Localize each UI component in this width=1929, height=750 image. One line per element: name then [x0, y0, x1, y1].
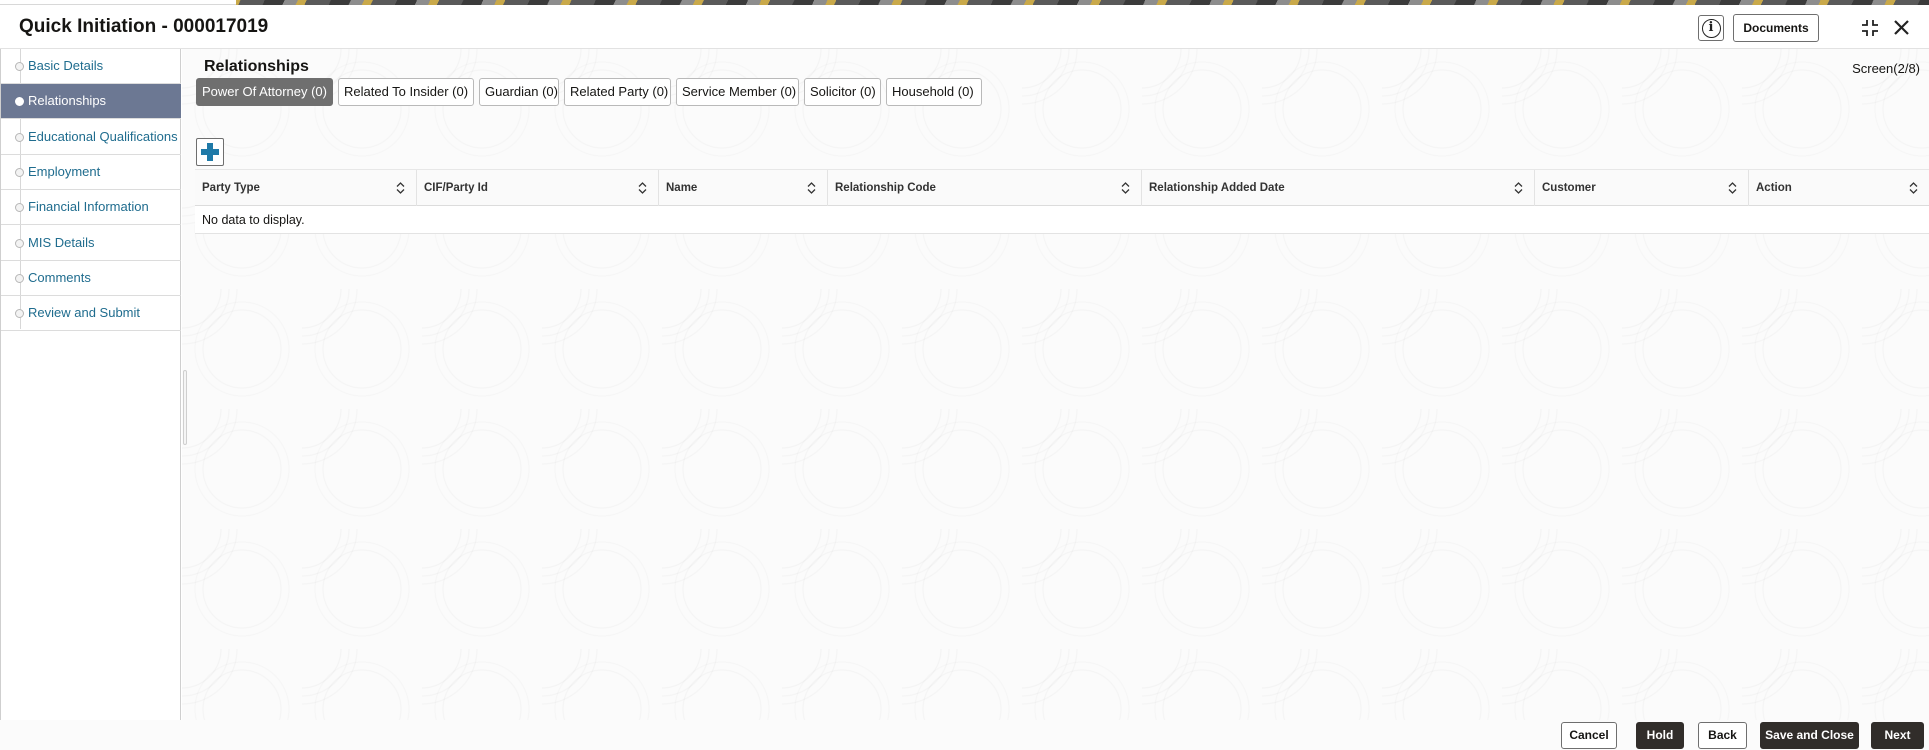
- sidebar-item-educational-qualifications[interactable]: Educational Qualifications: [1, 120, 181, 155]
- sidebar-item-label: Educational Qualifications: [28, 129, 178, 144]
- documents-button[interactable]: Documents: [1733, 14, 1819, 42]
- sort-icon: [807, 182, 816, 194]
- sidebar-item-employment[interactable]: Employment: [1, 155, 181, 190]
- sort-icon: [1121, 182, 1130, 194]
- info-button[interactable]: i: [1698, 15, 1724, 41]
- hold-button[interactable]: Hold: [1636, 722, 1684, 749]
- collapse-icon[interactable]: [1861, 19, 1879, 37]
- sidebar-item-mis-details[interactable]: MIS Details: [1, 226, 181, 261]
- page-title: Quick Initiation - 000017019: [19, 16, 269, 37]
- tab-related-party[interactable]: Related Party (0): [564, 78, 671, 106]
- sort-icon: [638, 182, 647, 194]
- sidebar-item-relationships[interactable]: Relationships: [1, 84, 181, 119]
- step-dot-icon: [15, 203, 24, 212]
- screen-indicator: Screen(2/8): [1852, 61, 1920, 76]
- sort-icon: [396, 182, 405, 194]
- sidebar-item-label: Basic Details: [28, 58, 104, 73]
- sidebar-item-financial-information[interactable]: Financial Information: [1, 190, 181, 225]
- section-heading: Relationships: [204, 58, 309, 75]
- column-header-relationship-added-date[interactable]: Relationship Added Date: [1142, 170, 1535, 206]
- cancel-button[interactable]: Cancel: [1561, 722, 1617, 749]
- table-empty-row: No data to display.: [195, 206, 1929, 234]
- sidebar-item-label: Review and Submit: [28, 305, 140, 320]
- column-header-customer[interactable]: Customer: [1535, 170, 1749, 206]
- relationships-table: Party Type CIF/Party Id Name Relationshi…: [195, 169, 1929, 234]
- save-and-close-button[interactable]: Save and Close: [1760, 722, 1859, 749]
- sidebar-item-label: Employment: [28, 164, 101, 179]
- sort-icon: [1909, 182, 1918, 194]
- sidebar-item-label: Financial Information: [28, 199, 149, 214]
- tab-service-member[interactable]: Service Member (0): [676, 78, 799, 106]
- next-button[interactable]: Next: [1871, 722, 1924, 749]
- sidebar-item-review-and-submit[interactable]: Review and Submit: [1, 296, 181, 331]
- step-dot-icon: [15, 309, 24, 318]
- sidebar-item-label: Relationships: [28, 93, 107, 108]
- step-dot-icon: [15, 97, 24, 106]
- tab-guardian[interactable]: Guardian (0): [479, 78, 559, 106]
- tab-solicitor[interactable]: Solicitor (0): [804, 78, 881, 106]
- column-header-relationship-code[interactable]: Relationship Code: [828, 170, 1142, 206]
- add-relationship-button[interactable]: [196, 138, 224, 166]
- step-dot-icon: [15, 168, 24, 177]
- table-header: Party Type CIF/Party Id Name Relationshi…: [195, 169, 1929, 206]
- close-icon[interactable]: [1893, 19, 1910, 36]
- empty-message: No data to display.: [202, 213, 305, 227]
- tab-household[interactable]: Household (0): [886, 78, 982, 106]
- sidebar-item-basic-details[interactable]: Basic Details: [1, 49, 181, 84]
- step-dot-icon: [15, 133, 24, 142]
- back-button[interactable]: Back: [1698, 722, 1747, 749]
- step-dot-icon: [15, 239, 24, 248]
- info-icon: i: [1701, 18, 1721, 38]
- sort-icon: [1728, 182, 1737, 194]
- column-header-name[interactable]: Name: [659, 170, 828, 206]
- column-header-cif-party-id[interactable]: CIF/Party Id: [417, 170, 659, 206]
- tab-related-to-insider[interactable]: Related To Insider (0): [338, 78, 474, 106]
- column-header-party-type[interactable]: Party Type: [195, 170, 417, 206]
- dialog-header: Quick Initiation - 000017019 i Documents: [0, 5, 1929, 49]
- sidebar-resize-handle[interactable]: [183, 370, 187, 445]
- tab-power-of-attorney[interactable]: Power Of Attorney (0): [196, 78, 333, 106]
- sidebar-item-label: MIS Details: [28, 235, 95, 250]
- sort-icon: [1514, 182, 1523, 194]
- sidebar-item-comments[interactable]: Comments: [1, 261, 181, 296]
- column-header-action[interactable]: Action: [1749, 170, 1929, 206]
- step-dot-icon: [15, 274, 24, 283]
- sidebar-item-label: Comments: [28, 270, 91, 285]
- footer-bar: Cancel Hold Back Save and Close Next: [0, 720, 1929, 750]
- sidebar: Basic Details Relationships Educational …: [0, 49, 181, 720]
- step-dot-icon: [15, 62, 24, 71]
- plus-icon: [201, 143, 219, 161]
- main-content: Relationships Screen(2/8) Power Of Attor…: [182, 49, 1929, 720]
